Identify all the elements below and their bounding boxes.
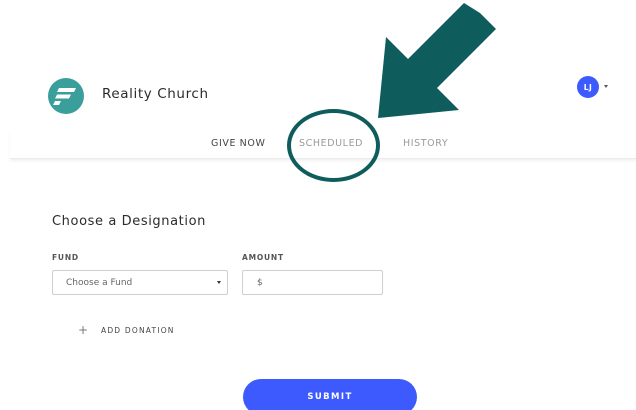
giving-page: Reality Church LJ GIVE NOW SCHEDULED HIS… <box>0 0 636 410</box>
fund-select-value: Choose a Fund <box>66 278 133 288</box>
plus-icon: + <box>77 323 89 337</box>
brand-name: Reality Church <box>102 86 209 102</box>
annotation-arrow-icon <box>378 3 496 118</box>
amount-label: AMOUNT <box>242 253 284 262</box>
chevron-down-icon[interactable] <box>604 85 608 88</box>
tab-give-now[interactable]: GIVE NOW <box>211 138 265 149</box>
amount-input[interactable]: $ <box>242 270 383 295</box>
add-donation-button[interactable]: + ADD DONATION <box>76 323 175 337</box>
fund-select[interactable]: Choose a Fund <box>52 270 228 295</box>
chevron-down-icon <box>217 281 221 284</box>
currency-prefix: $ <box>257 278 263 288</box>
section-title: Choose a Designation <box>52 214 206 229</box>
tab-scheduled[interactable]: SCHEDULED <box>299 138 363 149</box>
user-avatar[interactable]: LJ <box>577 76 599 98</box>
avatar-initials: LJ <box>583 82 593 92</box>
reality-church-logo[interactable] <box>48 78 84 114</box>
add-donation-label: ADD DONATION <box>101 325 175 335</box>
submit-button[interactable]: SUBMIT <box>243 379 417 410</box>
fund-label: FUND <box>52 253 79 262</box>
tab-history[interactable]: HISTORY <box>403 138 448 149</box>
